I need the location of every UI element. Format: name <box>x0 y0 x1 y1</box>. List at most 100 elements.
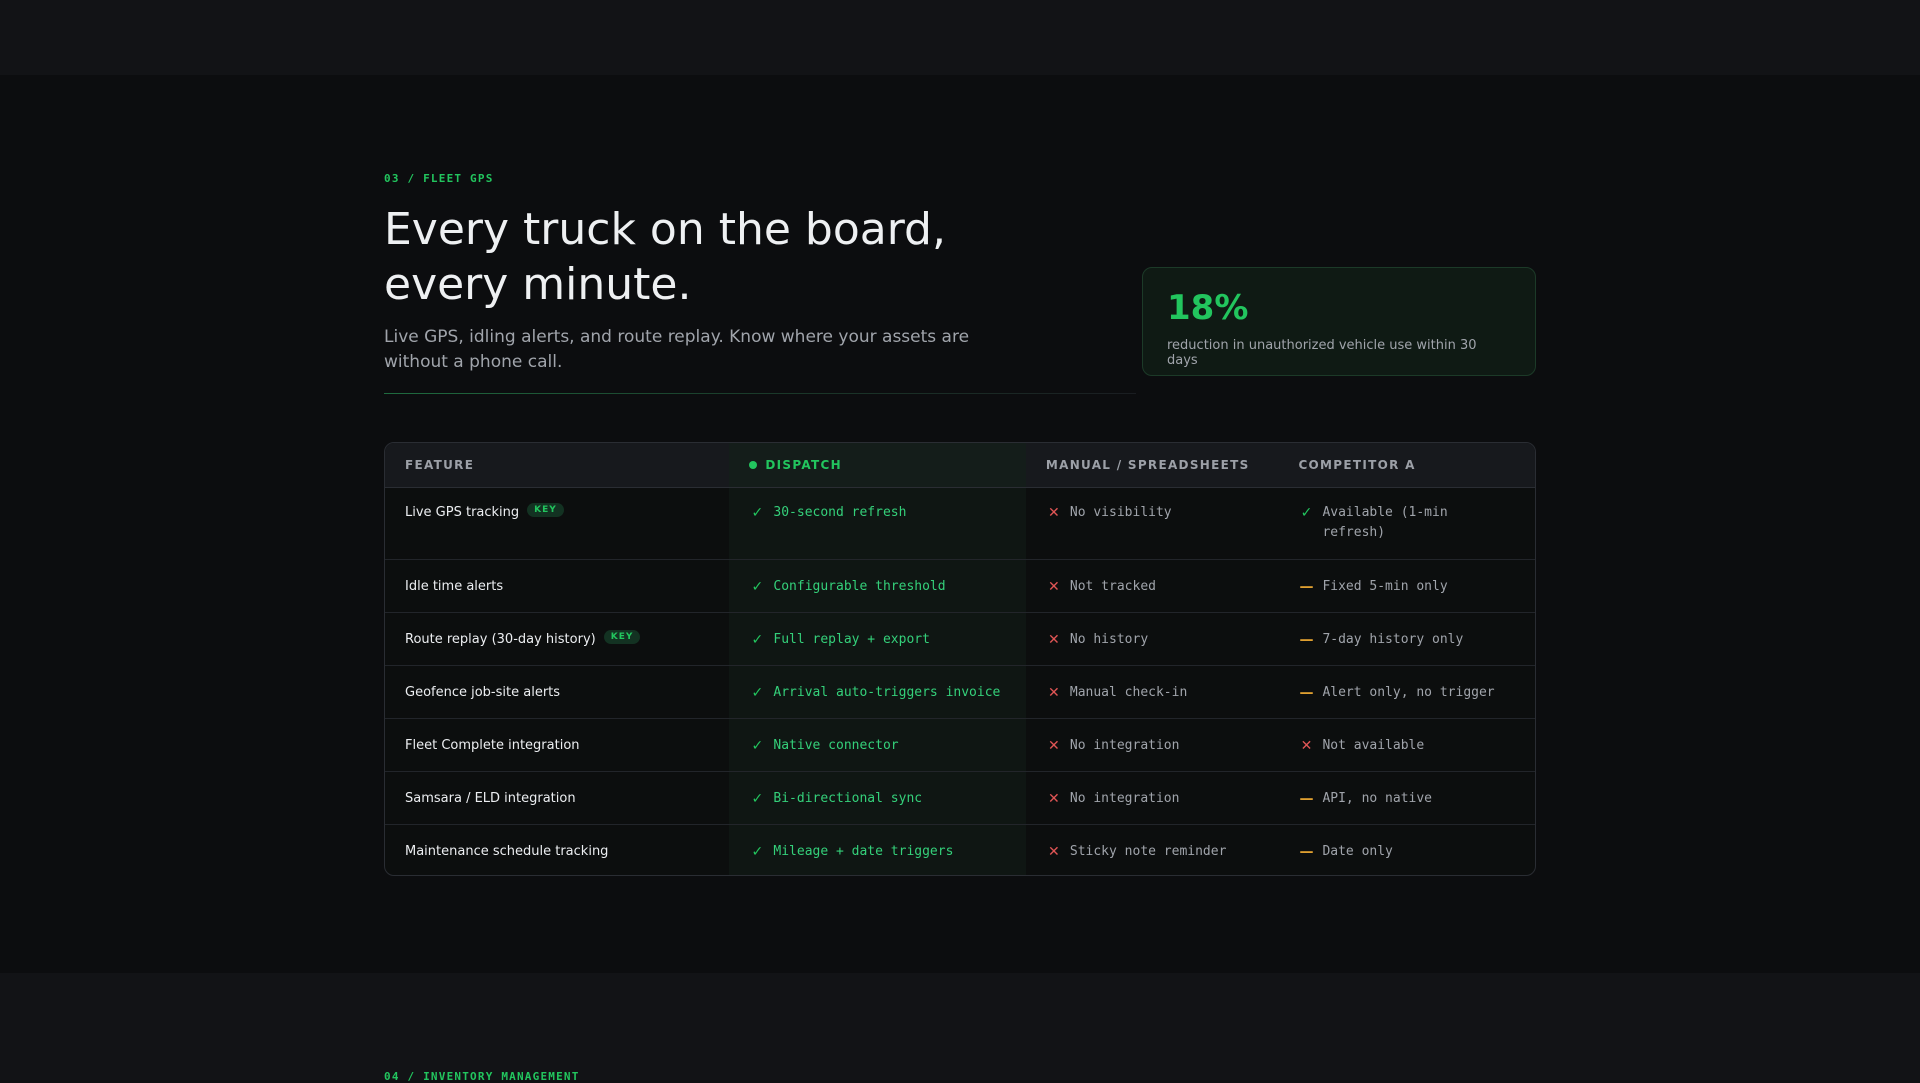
feature-cell: Geofence job-site alerts <box>385 666 729 718</box>
competitor-cell: — Alert only, no trigger <box>1278 666 1535 718</box>
x-icon: ✕ <box>1048 579 1060 595</box>
dispatch-value: Native connector <box>773 738 899 753</box>
dash-icon: — <box>1299 844 1314 860</box>
manual-value: Sticky note reminder <box>1069 844 1227 859</box>
competitor-cell: ✓ Available (1-min refresh) <box>1278 488 1535 559</box>
dash-icon: — <box>1299 791 1314 807</box>
table-header: FEATURE DISPATCH MANUAL / SPREADSHEETS C… <box>385 443 1535 488</box>
dash-icon: — <box>1299 579 1314 595</box>
bottom-band <box>0 973 1920 1080</box>
dispatch-cell: ✓ Bi-directional sync <box>729 772 1026 824</box>
competitor-cell: — Fixed 5-min only <box>1278 560 1535 612</box>
manual-cell: ✕ No history <box>1026 613 1279 665</box>
top-band <box>0 0 1920 75</box>
table-body: Live GPS tracking KEY ✓ 30-second refresh ✕ N… <box>385 488 1535 875</box>
stat-card: 18% reduction in unauthorized vehicle us… <box>1142 267 1536 376</box>
header-dispatch-label: DISPATCH <box>765 458 842 472</box>
x-icon: ✕ <box>1048 632 1060 648</box>
manual-cell: ✕ No visibility <box>1026 488 1279 559</box>
stat-label: reduction in unauthorized vehicle use wi… <box>1167 338 1477 368</box>
manual-value: No history <box>1069 632 1149 647</box>
header-dispatch: DISPATCH <box>729 443 1026 487</box>
check-icon: ✓ <box>1300 505 1313 521</box>
competitor-cell: — Date only <box>1278 825 1535 875</box>
check-icon: ✓ <box>751 685 764 701</box>
manual-value: No visibility <box>1069 505 1172 520</box>
table-row: Samsara / ELD integration ✓ Bi-directional… <box>385 772 1535 825</box>
feature-cell: Samsara / ELD integration <box>385 772 729 824</box>
check-icon: ✓ <box>751 632 764 648</box>
x-icon: ✕ <box>1048 844 1060 860</box>
dispatch-cell: ✓ Mileage + date triggers <box>729 825 1026 875</box>
header-competitor: COMPETITOR A <box>1298 458 1416 472</box>
dash-icon: — <box>1299 632 1314 648</box>
dispatch-dot-icon <box>749 461 758 469</box>
check-icon: ✓ <box>751 738 764 754</box>
manual-cell: ✕ Not tracked <box>1026 560 1279 612</box>
dispatch-value: Mileage + date triggers <box>773 844 954 859</box>
next-section-eyebrow: 04 / INVENTORY MANAGEMENT <box>384 1070 580 1083</box>
dispatch-cell: ✓ Configurable threshold <box>729 560 1026 612</box>
dispatch-value: Bi-directional sync <box>773 791 923 806</box>
manual-cell: ✕ Manual check-in <box>1026 666 1279 718</box>
dash-icon: — <box>1299 685 1314 701</box>
check-icon: ✓ <box>751 791 764 807</box>
table-row: Fleet Complete integration ✓ Native connec… <box>385 719 1535 772</box>
dispatch-value: Configurable threshold <box>773 579 946 594</box>
table-row: Idle time alerts ✓ Configurable threshold ✕… <box>385 560 1535 613</box>
dispatch-cell: ✓ Arrival auto-triggers invoice <box>729 666 1026 718</box>
feature-label: Route replay (30-day history) <box>405 632 596 647</box>
feature-label: Fleet Complete integration <box>405 738 580 753</box>
competitor-value: API, no native <box>1322 791 1433 806</box>
competitor-value: Available (1-min refresh) <box>1322 505 1448 540</box>
feature-label: Idle time alerts <box>405 579 504 594</box>
x-icon: ✕ <box>1048 791 1060 807</box>
dispatch-value: Full replay + export <box>773 632 930 647</box>
manual-value: Not tracked <box>1069 579 1156 594</box>
manual-cell: ✕ No integration <box>1026 719 1279 771</box>
competitor-value: Fixed 5-min only <box>1322 579 1448 594</box>
manual-value: No integration <box>1069 791 1180 806</box>
feature-label: Live GPS tracking <box>405 505 520 520</box>
dispatch-cell: ✓ 30-second refresh <box>729 488 1026 559</box>
dispatch-value: Arrival auto-triggers invoice <box>773 685 1001 700</box>
dispatch-value: 30-second refresh <box>773 505 907 520</box>
header-feature: FEATURE <box>405 458 475 472</box>
headline-line-1: Every truck on the board, <box>384 204 946 255</box>
competitor-cell: ✕ Not available <box>1278 719 1535 771</box>
headline-line-2: every minute. <box>384 259 692 310</box>
feature-label: Samsara / ELD integration <box>405 791 576 806</box>
section-divider <box>384 393 1136 394</box>
table-row: Live GPS tracking KEY ✓ 30-second refresh ✕ N… <box>385 488 1535 560</box>
check-icon: ✓ <box>751 844 764 860</box>
competitor-value: Not available <box>1322 738 1425 753</box>
comparison-table: FEATURE DISPATCH MANUAL / SPREADSHEETS C… <box>384 442 1536 876</box>
feature-cell: Route replay (30-day history) KEY <box>385 613 729 665</box>
section-headline: Every truck on the board, every minute. <box>384 202 1004 312</box>
x-icon: ✕ <box>1048 685 1060 701</box>
feature-cell: Fleet Complete integration <box>385 719 729 771</box>
x-icon: ✕ <box>1300 738 1313 754</box>
dispatch-cell: ✓ Full replay + export <box>729 613 1026 665</box>
section-eyebrow: 03 / FLEET GPS <box>384 172 494 185</box>
competitor-value: 7-day history only <box>1322 632 1464 647</box>
dispatch-cell: ✓ Native connector <box>729 719 1026 771</box>
manual-cell: ✕ No integration <box>1026 772 1279 824</box>
competitor-cell: — API, no native <box>1278 772 1535 824</box>
feature-cell: Live GPS tracking KEY <box>385 488 729 559</box>
check-icon: ✓ <box>751 505 764 521</box>
feature-label: Geofence job-site alerts <box>405 685 561 700</box>
feature-cell: Idle time alerts <box>385 560 729 612</box>
feature-cell: Maintenance schedule tracking <box>385 825 729 875</box>
manual-cell: ✕ Sticky note reminder <box>1026 825 1279 875</box>
table-row: Route replay (30-day history) KEY ✓ Full re… <box>385 613 1535 666</box>
table-row: Geofence job-site alerts ✓ Arrival auto-tr… <box>385 666 1535 719</box>
competitor-value: Date only <box>1322 844 1393 859</box>
x-icon: ✕ <box>1048 505 1060 521</box>
x-icon: ✕ <box>1048 738 1060 754</box>
manual-value: Manual check-in <box>1069 685 1188 700</box>
competitor-value: Alert only, no trigger <box>1322 685 1495 700</box>
header-manual: MANUAL / SPREADSHEETS <box>1045 458 1250 472</box>
manual-value: No integration <box>1069 738 1180 753</box>
section-subhead: Live GPS, idling alerts, and route repla… <box>384 327 970 372</box>
